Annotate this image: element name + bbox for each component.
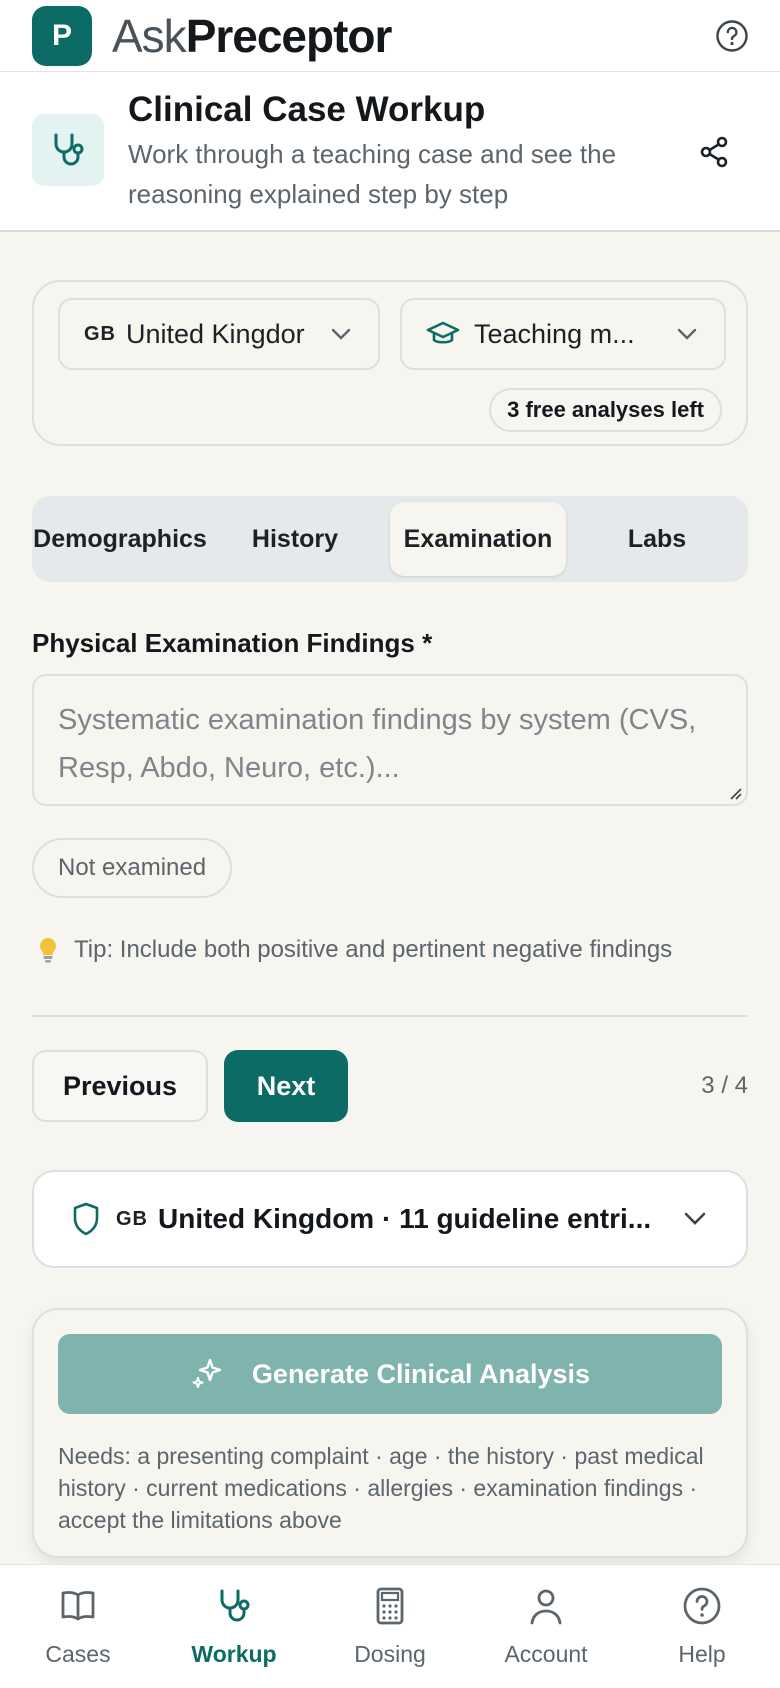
tab-history[interactable]: History [208, 502, 382, 576]
chevron-down-icon [680, 1204, 710, 1234]
nav-cases[interactable]: Cases [18, 1585, 138, 1668]
lightbulb-icon [40, 938, 56, 963]
brand-bold: Preceptor [185, 9, 393, 62]
tab-labs[interactable]: Labs [572, 502, 742, 576]
exam-findings-textarea[interactable]: Systematic examination findings by syste… [32, 674, 748, 806]
settings-card: GB United Kingdor Teaching m... 3 free a… [32, 280, 748, 446]
book-icon [61, 1591, 95, 1621]
tab-demographics[interactable]: Demographics [33, 502, 207, 576]
nav-label: Workup [191, 1641, 277, 1667]
tip-text: Tip: Include both positive and pertinent… [74, 936, 673, 963]
requirements-text: Needs: a presenting complaint · age · th… [58, 1443, 704, 1533]
not-examined-chip[interactable]: Not examined [32, 838, 233, 898]
step-counter: 3 / 4 [701, 1072, 748, 1099]
section-tabs: Demographics History Examination Labs [32, 496, 748, 582]
calculator-icon [376, 1587, 404, 1625]
app-bar: P AskPreceptor [0, 0, 780, 72]
brand-light: Ask [112, 9, 187, 62]
page-subtitle: Work through a teaching case and see the… [128, 139, 617, 209]
stethoscope-icon [220, 1589, 250, 1622]
sparkles-icon [192, 1358, 222, 1388]
brand-name: AskPreceptor [112, 9, 393, 62]
help-button[interactable] [714, 18, 750, 54]
generate-card: Generate Clinical Analysis Needs: a pres… [32, 1308, 748, 1558]
nav-label: Account [504, 1641, 588, 1667]
person-icon [530, 1589, 562, 1625]
chevron-down-icon [674, 321, 700, 347]
resize-handle-icon[interactable] [726, 784, 742, 800]
share-button[interactable] [694, 132, 734, 172]
help-icon [716, 20, 748, 52]
app-logo[interactable]: P [32, 5, 92, 66]
nav-label: Help [678, 1641, 726, 1667]
chevron-down-icon [328, 321, 354, 347]
previous-button[interactable]: Previous [32, 1050, 208, 1122]
free-analyses-badge: 3 free analyses left [489, 388, 722, 432]
exam-field-label: Physical Examination Findings * [32, 628, 433, 658]
help-icon [683, 1587, 721, 1625]
logo-letter: P [51, 18, 72, 52]
nav-help[interactable]: Help [642, 1585, 762, 1668]
guideline-flag: GB [116, 1207, 148, 1230]
country-flag: GB [84, 322, 116, 345]
mode-value: Teaching m... [474, 318, 635, 349]
share-icon [700, 136, 728, 168]
tab-examination[interactable]: Examination [390, 502, 566, 576]
guideline-source-toggle[interactable]: GB United Kingdom · 11 guideline entri..… [32, 1170, 748, 1268]
country-value: United Kingdor [126, 318, 305, 349]
nav-workup[interactable]: Workup [174, 1585, 294, 1668]
page-header: Clinical Case Workup Work through a teac… [0, 72, 780, 232]
generate-label: Generate Clinical Analysis [251, 1358, 591, 1389]
stethoscope-icon [54, 133, 84, 166]
generate-analysis-button[interactable]: Generate Clinical Analysis [58, 1334, 722, 1414]
nav-account[interactable]: Account [486, 1585, 606, 1668]
page-title: Clinical Case Workup [128, 90, 486, 129]
tip-row: Tip: Include both positive and pertinent… [36, 936, 672, 964]
graduation-cap-icon [426, 321, 460, 344]
exam-placeholder: Systematic examination findings by syste… [58, 704, 697, 784]
mode-select[interactable]: Teaching m... [400, 298, 726, 370]
stethoscope-tile [32, 114, 104, 186]
guideline-text: United Kingdom · 11 guideline entri... [158, 1203, 652, 1234]
nav-label: Cases [45, 1641, 111, 1667]
nav-dosing[interactable]: Dosing [330, 1585, 450, 1668]
divider [32, 1015, 748, 1017]
nav-label: Dosing [354, 1641, 426, 1667]
next-button[interactable]: Next [224, 1050, 348, 1122]
shield-icon [73, 1202, 99, 1236]
bottom-nav: Cases Workup Dosing Account Help [0, 1564, 780, 1688]
country-select[interactable]: GB United Kingdor [58, 298, 380, 370]
